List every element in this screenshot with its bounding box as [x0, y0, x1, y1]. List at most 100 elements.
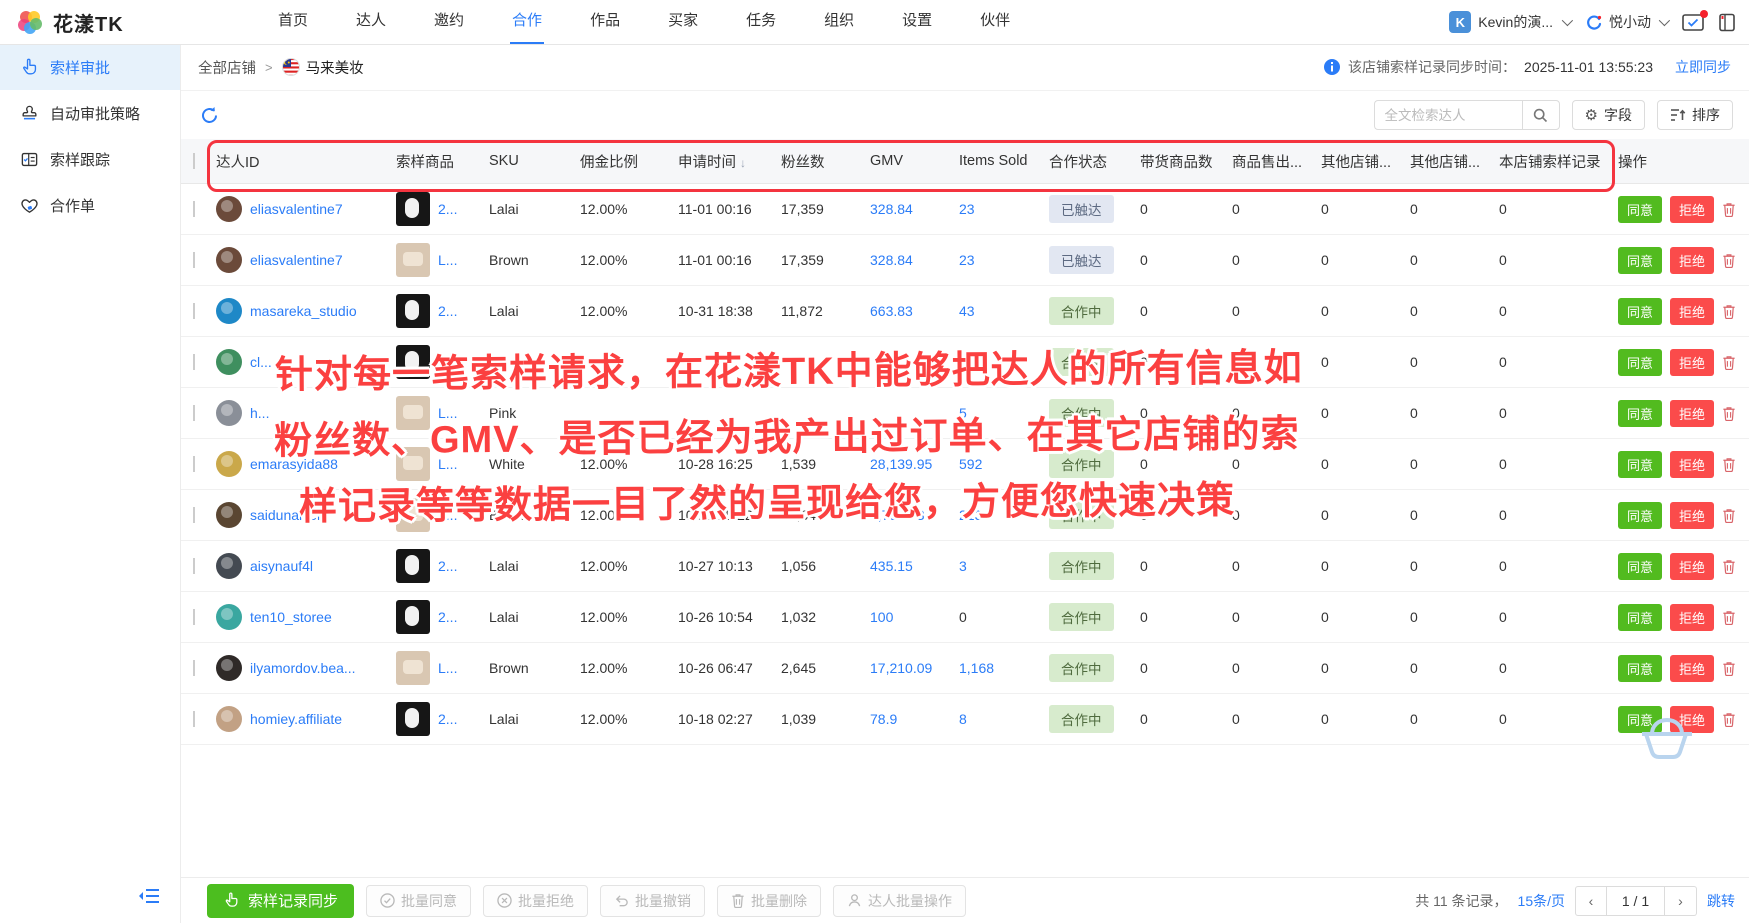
nav-item-合作[interactable]: 合作: [488, 0, 566, 44]
column-header-合作状态[interactable]: 合作状态: [1049, 151, 1140, 172]
reject-button[interactable]: 拒绝: [1670, 451, 1714, 478]
trash-icon[interactable]: [1722, 202, 1736, 217]
sidebar-item-索样跟踪[interactable]: 索样跟踪: [0, 136, 180, 182]
panel-toggle-button[interactable]: [1719, 13, 1735, 32]
trash-icon[interactable]: [1722, 610, 1736, 625]
approve-button[interactable]: 同意: [1618, 349, 1662, 376]
items-sold-link[interactable]: 43: [959, 303, 975, 319]
approve-button[interactable]: 同意: [1618, 604, 1662, 631]
product-link[interactable]: 2...: [438, 711, 457, 727]
reject-button[interactable]: 拒绝: [1670, 349, 1714, 376]
gmv-link[interactable]: 328.84: [870, 252, 913, 268]
reject-button[interactable]: 拒绝: [1670, 298, 1714, 325]
breadcrumb-current[interactable]: 马来美妆: [282, 57, 364, 78]
trash-icon[interactable]: [1722, 406, 1736, 421]
gmv-link[interactable]: 663.83: [870, 303, 913, 319]
gmv-link[interactable]: 328.84: [870, 201, 913, 217]
row-checkbox[interactable]: [193, 507, 195, 523]
nav-item-设置[interactable]: 设置: [878, 0, 956, 44]
batch-button-批量删除[interactable]: 批量删除: [717, 885, 821, 917]
nav-item-组织[interactable]: 组织: [800, 0, 878, 44]
sidebar-collapse-button[interactable]: [138, 888, 160, 909]
jump-to-page-link[interactable]: 跳转: [1707, 891, 1735, 911]
nav-item-达人[interactable]: 达人: [332, 0, 410, 44]
gmv-link[interactable]: 78.9: [870, 711, 897, 727]
product-thumbnail[interactable]: [396, 192, 430, 226]
row-checkbox[interactable]: [193, 558, 195, 574]
creator-name-link[interactable]: h...: [250, 405, 269, 421]
sidebar-item-合作单[interactable]: 合作单: [0, 182, 180, 228]
product-thumbnail[interactable]: [396, 651, 430, 685]
page-size-select[interactable]: 15条/页: [1518, 891, 1565, 911]
approve-button[interactable]: 同意: [1618, 502, 1662, 529]
approve-button[interactable]: 同意: [1618, 655, 1662, 682]
messages-button[interactable]: [1682, 14, 1704, 31]
sidebar-item-索样审批[interactable]: 索样审批: [0, 44, 180, 90]
search-input[interactable]: [1374, 100, 1522, 130]
breadcrumb-root-link[interactable]: 全部店铺: [198, 57, 256, 78]
trash-icon[interactable]: [1722, 355, 1736, 370]
row-checkbox[interactable]: [193, 252, 195, 268]
gmv-link[interactable]: 17,210.09: [870, 660, 932, 676]
items-sold-link[interactable]: 1,168: [959, 660, 994, 676]
gmv-link[interactable]: 435.15: [870, 558, 913, 574]
product-link[interactable]: 2...: [438, 303, 457, 319]
column-header-Items Sold[interactable]: Items Sold: [959, 153, 1049, 169]
column-header-GMV[interactable]: GMV: [870, 153, 959, 169]
prev-page-button[interactable]: ‹: [1575, 886, 1607, 916]
sample-sync-button[interactable]: 索样记录同步: [207, 884, 354, 918]
nav-item-伙伴[interactable]: 伙伴: [956, 0, 1034, 44]
batch-button-批量同意[interactable]: 批量同意: [366, 885, 471, 917]
trash-icon[interactable]: [1722, 253, 1736, 268]
refresh-button[interactable]: [200, 106, 219, 125]
creator-name-link[interactable]: ten10_storee: [250, 609, 332, 625]
column-header-其他店铺...[interactable]: 其他店铺...: [1410, 151, 1499, 172]
row-checkbox[interactable]: [193, 303, 195, 319]
product-link[interactable]: 2...: [438, 609, 457, 625]
trash-icon[interactable]: [1722, 304, 1736, 319]
select-all-checkbox[interactable]: [193, 153, 195, 169]
reject-button[interactable]: 拒绝: [1670, 604, 1714, 631]
gmv-link[interactable]: 100: [870, 609, 893, 625]
next-page-button[interactable]: ›: [1665, 886, 1697, 916]
reject-button[interactable]: 拒绝: [1670, 400, 1714, 427]
approve-button[interactable]: 同意: [1618, 451, 1662, 478]
column-header-SKU[interactable]: SKU: [489, 153, 580, 169]
trash-icon[interactable]: [1722, 457, 1736, 472]
product-thumbnail[interactable]: [396, 243, 430, 277]
row-checkbox[interactable]: [193, 201, 195, 217]
batch-button-批量拒绝[interactable]: 批量拒绝: [483, 885, 588, 917]
row-checkbox[interactable]: [193, 354, 195, 370]
column-header-其他店铺...[interactable]: 其他店铺...: [1321, 151, 1410, 172]
column-header-带货商品数[interactable]: 带货商品数: [1140, 151, 1232, 172]
approve-button[interactable]: 同意: [1618, 196, 1662, 223]
creator-name-link[interactable]: cl...: [250, 354, 272, 370]
creator-name-link[interactable]: masareka_studio: [250, 303, 357, 319]
sort-button[interactable]: 排序: [1657, 100, 1733, 130]
approve-button[interactable]: 同意: [1618, 553, 1662, 580]
batch-button-批量撤销[interactable]: 批量撤销: [600, 885, 705, 917]
nav-item-邀约[interactable]: 邀约: [410, 0, 488, 44]
reject-button[interactable]: 拒绝: [1670, 502, 1714, 529]
creator-name-link[interactable]: aisynauf4l: [250, 558, 313, 574]
column-header-操作[interactable]: 操作: [1618, 151, 1749, 172]
reject-button[interactable]: 拒绝: [1670, 655, 1714, 682]
user-menu[interactable]: K Kevin的演...: [1449, 11, 1570, 33]
items-sold-link[interactable]: 23: [959, 201, 975, 217]
nav-item-首页[interactable]: 首页: [254, 0, 332, 44]
nav-item-作品[interactable]: 作品: [566, 0, 644, 44]
trash-icon[interactable]: [1722, 661, 1736, 676]
row-checkbox[interactable]: [193, 405, 195, 421]
trash-icon[interactable]: [1722, 508, 1736, 523]
column-header-索样商品[interactable]: 索样商品: [396, 151, 489, 172]
column-header-粉丝数[interactable]: 粉丝数: [781, 151, 870, 172]
product-link[interactable]: L...: [438, 252, 457, 268]
search-button[interactable]: [1522, 100, 1560, 130]
product-thumbnail[interactable]: [396, 702, 430, 736]
row-checkbox[interactable]: [193, 711, 195, 727]
product-thumbnail[interactable]: [396, 294, 430, 328]
approve-button[interactable]: 同意: [1618, 247, 1662, 274]
items-sold-link[interactable]: 23: [959, 252, 975, 268]
items-sold-link[interactable]: 8: [959, 711, 967, 727]
approve-button[interactable]: 同意: [1618, 400, 1662, 427]
